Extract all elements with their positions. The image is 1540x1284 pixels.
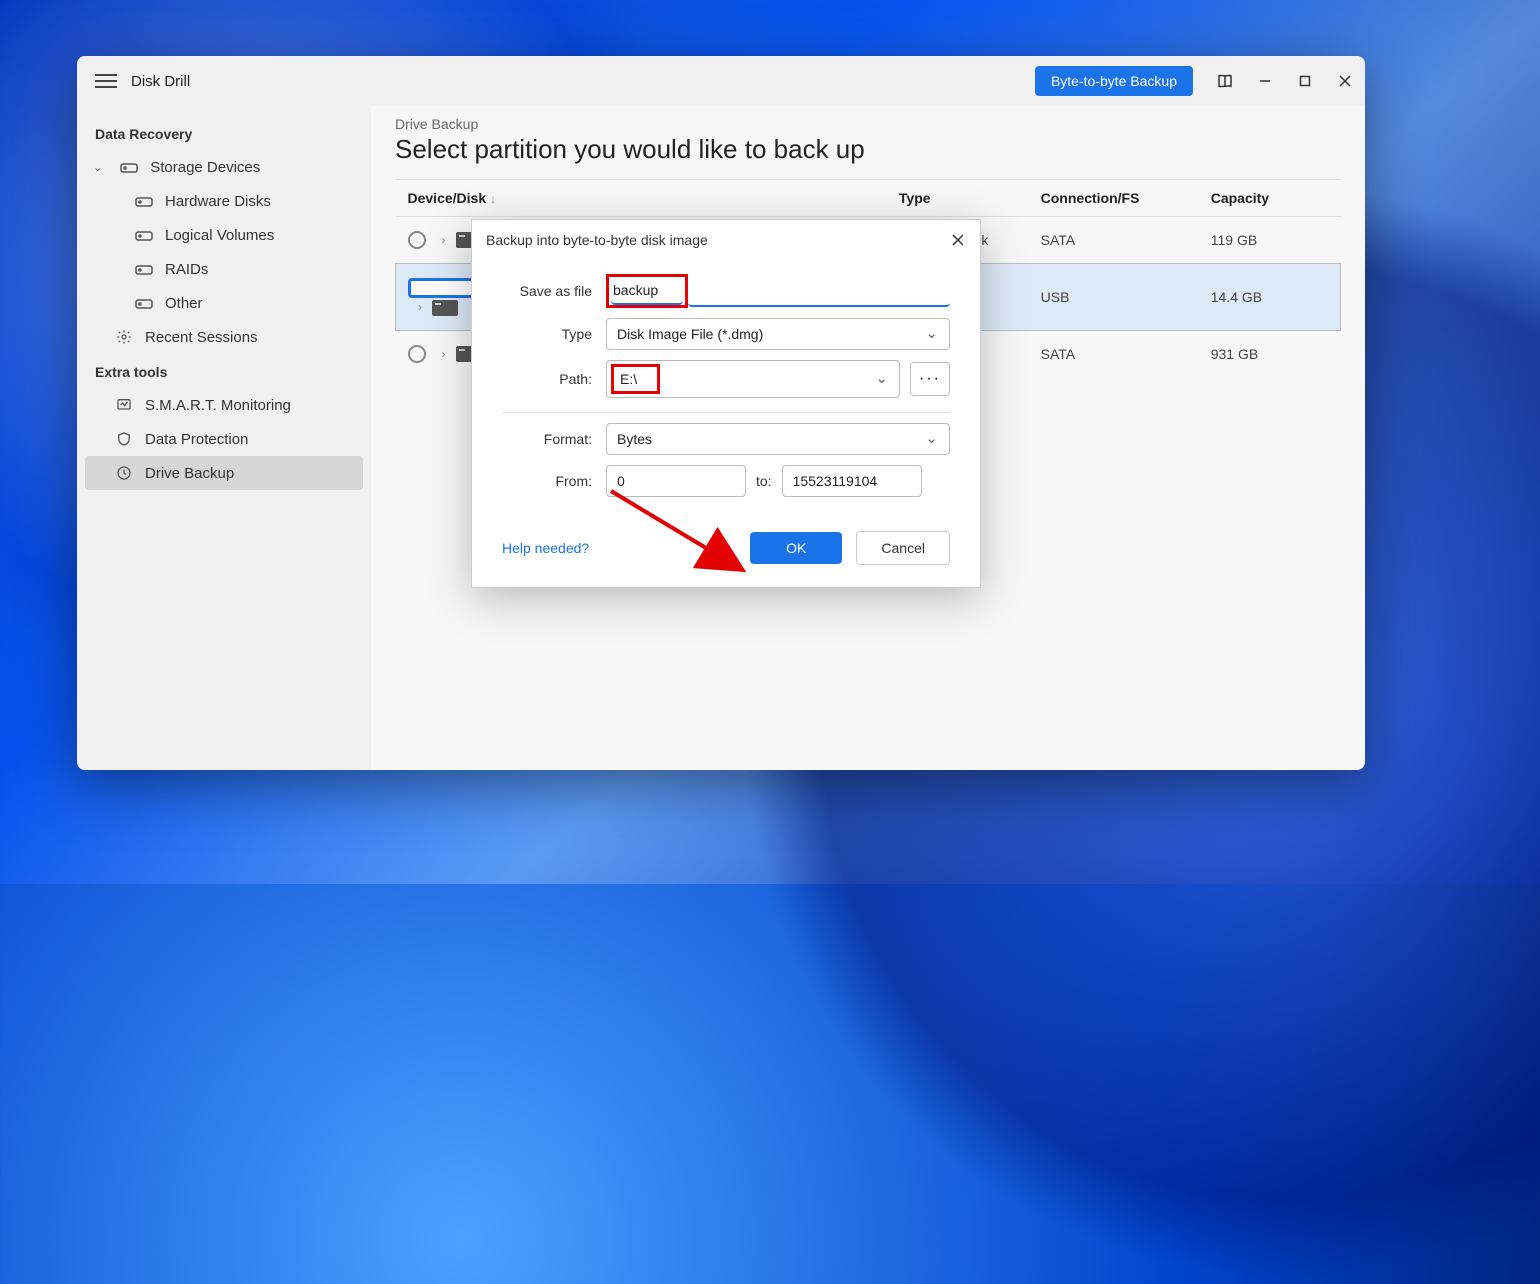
format-value: Bytes	[606, 423, 950, 455]
device-cap: 14.4 GB	[1199, 264, 1341, 330]
annotation-highlight	[606, 274, 688, 308]
sidebar-item-label: Logical Volumes	[165, 227, 274, 244]
device-conn: SATA	[1029, 217, 1199, 264]
sidebar-item-label: S.M.A.R.T. Monitoring	[145, 397, 291, 414]
hamburger-menu-icon[interactable]	[95, 70, 117, 92]
device-cap: 119 GB	[1199, 217, 1341, 264]
sidebar-item-storage-devices[interactable]: ⌄ Storage Devices	[77, 150, 371, 184]
chevron-down-icon: ⌄	[93, 161, 102, 174]
titlebar: Disk Drill Byte-to-byte Backup	[77, 56, 1365, 106]
type-select[interactable]: Disk Image File (*.dmg)	[606, 318, 950, 350]
cancel-button[interactable]: Cancel	[856, 531, 950, 565]
monitor-icon	[115, 396, 133, 414]
device-conn: SATA	[1029, 330, 1199, 377]
backup-icon	[115, 464, 133, 482]
divider	[502, 412, 950, 413]
drive-icon	[135, 260, 153, 278]
format-select[interactable]: Bytes	[606, 423, 950, 455]
sidebar-item-label: Recent Sessions	[145, 329, 258, 346]
sort-arrow-icon: ↓	[490, 192, 496, 206]
sidebar-item-logical-volumes[interactable]: Logical Volumes	[77, 218, 371, 252]
drive-icon	[135, 226, 153, 244]
sidebar-item-label: Data Protection	[145, 431, 248, 448]
path-select[interactable]: E:\	[606, 360, 900, 398]
type-value: Disk Image File (*.dmg)	[606, 318, 950, 350]
annotation-highlight: E:\	[611, 364, 660, 394]
radio-icon[interactable]	[408, 345, 426, 363]
sidebar-item-smart-monitoring[interactable]: S.M.A.R.T. Monitoring	[77, 388, 371, 422]
format-label: Format:	[502, 431, 592, 447]
close-button[interactable]	[1325, 61, 1365, 101]
sidebar-item-drive-backup[interactable]: Drive Backup	[85, 456, 363, 490]
shield-icon	[115, 430, 133, 448]
sidebar-item-label: Hardware Disks	[165, 193, 271, 210]
breadcrumb: Drive Backup	[395, 116, 1341, 132]
sidebar-item-other[interactable]: Other	[77, 286, 371, 320]
to-label: to:	[756, 473, 772, 489]
app-title: Disk Drill	[131, 73, 190, 90]
drive-icon	[135, 192, 153, 210]
minimize-button[interactable]	[1245, 61, 1285, 101]
browse-button[interactable]: ···	[910, 362, 950, 396]
sidebar-item-label: Drive Backup	[145, 465, 234, 482]
sidebar-item-label: Storage Devices	[150, 159, 260, 176]
section-extra-tools: Extra tools	[77, 354, 371, 388]
drive-icon	[135, 294, 153, 312]
dialog-titlebar: Backup into byte-to-byte disk image	[472, 220, 980, 258]
sidebar-item-label: Other	[165, 295, 203, 312]
save-as-label: Save as file	[502, 283, 592, 299]
path-value: E:\	[606, 360, 900, 398]
byte-to-byte-backup-button[interactable]: Byte-to-byte Backup	[1035, 66, 1193, 96]
gear-icon	[115, 328, 133, 346]
chevron-right-icon[interactable]: ›	[442, 233, 446, 247]
col-device[interactable]: Device/Disk↓	[396, 180, 887, 217]
device-conn: USB	[1029, 264, 1199, 330]
drive-icon	[432, 300, 458, 316]
dialog-close-button[interactable]	[948, 230, 968, 250]
maximize-button[interactable]	[1285, 61, 1325, 101]
to-input[interactable]	[782, 465, 922, 497]
sidebar-item-hardware-disks[interactable]: Hardware Disks	[77, 184, 371, 218]
dialog-title: Backup into byte-to-byte disk image	[486, 232, 948, 248]
drive-icon	[120, 158, 138, 176]
from-label: From:	[502, 473, 592, 489]
col-connection[interactable]: Connection/FS	[1029, 180, 1199, 217]
device-cap: 931 GB	[1199, 330, 1341, 377]
sidebar-item-raids[interactable]: RAIDs	[77, 252, 371, 286]
sidebar: Data Recovery ⌄ Storage Devices Hardware…	[77, 106, 371, 770]
col-capacity[interactable]: Capacity	[1199, 180, 1341, 217]
sidebar-item-label: RAIDs	[165, 261, 208, 278]
type-label: Type	[502, 326, 592, 342]
chevron-right-icon[interactable]: ›	[418, 300, 422, 314]
radio-icon[interactable]	[408, 231, 426, 249]
sidebar-item-recent-sessions[interactable]: Recent Sessions	[77, 320, 371, 354]
col-type[interactable]: Type	[887, 180, 1029, 217]
book-icon[interactable]	[1205, 61, 1245, 101]
section-data-recovery: Data Recovery	[77, 116, 371, 150]
save-as-input[interactable]	[611, 277, 683, 305]
page-title: Select partition you would like to back …	[395, 134, 1341, 165]
backup-dialog: Backup into byte-to-byte disk image Save…	[471, 219, 981, 588]
from-input[interactable]	[606, 465, 746, 497]
path-label: Path:	[502, 371, 592, 387]
save-as-input-ext[interactable]	[688, 275, 950, 307]
sidebar-item-data-protection[interactable]: Data Protection	[77, 422, 371, 456]
help-link[interactable]: Help needed?	[502, 540, 589, 556]
chevron-right-icon[interactable]: ›	[442, 347, 446, 361]
ok-button[interactable]: OK	[750, 532, 842, 564]
